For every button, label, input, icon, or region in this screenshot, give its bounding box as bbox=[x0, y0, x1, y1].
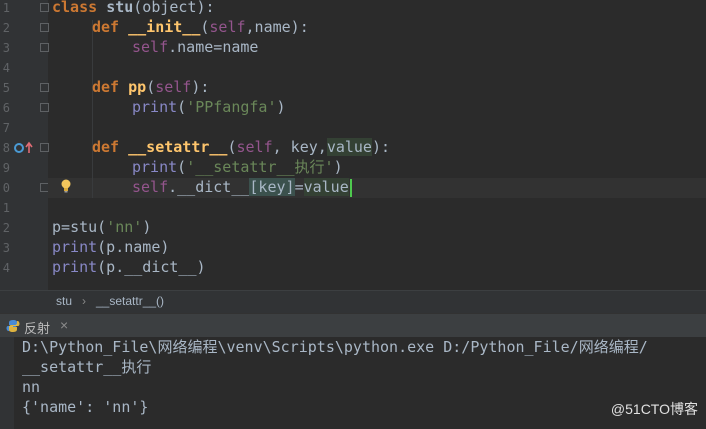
watermark: @51CTO博客 bbox=[610, 401, 698, 417]
fold-end-icon[interactable] bbox=[40, 103, 49, 112]
console-line: __setattr__执行 bbox=[22, 358, 152, 376]
breadcrumb-item-method[interactable]: __setattr__() bbox=[96, 294, 164, 308]
code-line: def pp(self): bbox=[92, 77, 209, 97]
code-line: self.name=name bbox=[132, 37, 258, 57]
fold-toggle-icon[interactable] bbox=[40, 83, 49, 92]
code-token: = bbox=[61, 218, 71, 236]
code-token: .name bbox=[168, 38, 214, 56]
keyword-token: def bbox=[92, 18, 120, 36]
line-number: 4 bbox=[2, 261, 10, 275]
console-gutter bbox=[0, 337, 14, 429]
code-token: p bbox=[52, 218, 62, 236]
code-token: [key] bbox=[249, 178, 295, 196]
function-name-token: __setattr__ bbox=[128, 138, 228, 156]
code-token: ) bbox=[142, 218, 152, 236]
code-token: ): bbox=[191, 78, 210, 96]
code-token: (p.__dict__) bbox=[97, 258, 206, 276]
class-name-token: stu bbox=[106, 0, 134, 16]
line-number: 9 bbox=[2, 161, 10, 175]
function-name-token: __init__ bbox=[128, 18, 201, 36]
code-token: ): bbox=[371, 138, 391, 156]
line-number: 3 bbox=[2, 241, 10, 255]
builtin-token: print bbox=[52, 258, 98, 276]
fold-toggle-icon[interactable] bbox=[40, 23, 49, 32]
code-line: self.__dict__[key]=value bbox=[132, 177, 352, 197]
function-name-token: pp bbox=[128, 78, 147, 96]
line-number: 8 bbox=[2, 141, 10, 155]
override-method-icon[interactable] bbox=[14, 141, 36, 155]
self-token: self bbox=[209, 18, 246, 36]
lightbulb-icon[interactable] bbox=[60, 179, 72, 193]
self-token: self bbox=[132, 178, 169, 196]
code-line: def __init__(self,name): bbox=[92, 17, 309, 37]
code-line: print(p.__dict__) bbox=[52, 257, 206, 277]
string-token: '__setattr__执行' bbox=[186, 158, 334, 176]
code-token: .__dict__ bbox=[168, 178, 250, 196]
close-icon[interactable]: × bbox=[60, 317, 68, 333]
code-line: print('PPfangfa') bbox=[132, 98, 286, 116]
fold-toggle-icon[interactable] bbox=[40, 143, 49, 152]
code-token: stu( bbox=[70, 218, 107, 236]
line-number: 5 bbox=[2, 81, 10, 95]
line-number: 7 bbox=[2, 121, 10, 135]
self-token: self bbox=[155, 78, 192, 96]
keyword-token: def bbox=[92, 138, 120, 156]
self-token: self bbox=[132, 38, 169, 56]
line-number: 4 bbox=[2, 61, 10, 75]
code-token: ( bbox=[146, 78, 156, 96]
string-token: 'nn' bbox=[106, 218, 143, 236]
line-number: 2 bbox=[2, 21, 10, 35]
indent-guide bbox=[92, 20, 93, 198]
text-caret bbox=[349, 178, 352, 197]
builtin-token: print bbox=[132, 158, 178, 176]
breadcrumb: stu › __setattr__() bbox=[0, 290, 706, 313]
code-token: value bbox=[326, 138, 372, 156]
line-number: 3 bbox=[2, 41, 10, 55]
python-icon bbox=[6, 320, 20, 332]
fold-toggle-icon[interactable] bbox=[40, 3, 49, 12]
code-token: ,name): bbox=[245, 18, 309, 36]
code-token: ( bbox=[227, 138, 237, 156]
line-number: 6 bbox=[2, 101, 10, 115]
keyword-token: def bbox=[92, 78, 120, 96]
string-token: 'PPfangfa' bbox=[186, 98, 277, 116]
builtin-token: print bbox=[52, 238, 98, 256]
code-line: def __setattr__(self, key,value): bbox=[92, 137, 390, 157]
code-token: ) bbox=[333, 158, 343, 176]
code-line: class stu(object): bbox=[52, 0, 215, 17]
code-token: (object): bbox=[133, 0, 215, 16]
self-token: self bbox=[236, 138, 273, 156]
code-line: p=stu('nn') bbox=[52, 217, 151, 237]
builtin-token: print bbox=[132, 98, 178, 116]
code-token: name bbox=[222, 38, 259, 56]
code-token: = bbox=[294, 178, 304, 196]
code-token: (p.name) bbox=[97, 238, 170, 256]
fold-end-icon[interactable] bbox=[40, 43, 49, 52]
code-token: ) bbox=[276, 98, 286, 116]
code-editor[interactable]: 1 2 3 4 5 6 7 8 9 0 1 2 3 4 class stu(ob… bbox=[0, 0, 706, 290]
run-tab-label[interactable]: 反射 bbox=[24, 318, 50, 337]
line-number: 0 bbox=[2, 181, 10, 195]
console-output[interactable]: D:\Python_File\网络编程\venv\Scripts\python.… bbox=[0, 337, 706, 429]
breadcrumb-item-class[interactable]: stu bbox=[56, 294, 72, 308]
editor-gutter[interactable]: 1 2 3 4 5 6 7 8 9 0 1 2 3 4 bbox=[0, 0, 49, 290]
line-number: 1 bbox=[2, 201, 10, 215]
run-tool-window-header: 反射 × bbox=[0, 313, 706, 338]
code-token: value bbox=[303, 178, 349, 196]
console-line: {'name': 'nn'} bbox=[22, 398, 149, 416]
console-line: D:\Python_File\网络编程\venv\Scripts\python.… bbox=[22, 338, 648, 356]
code-line: print('__setattr__执行') bbox=[132, 158, 343, 176]
line-number: 1 bbox=[2, 1, 10, 15]
console-line: nn bbox=[22, 378, 41, 396]
line-number: 2 bbox=[2, 221, 10, 235]
breadcrumb-separator: › bbox=[82, 294, 86, 308]
code-line: print(p.name) bbox=[52, 237, 169, 257]
keyword-token: class bbox=[52, 0, 98, 16]
code-token: , key, bbox=[272, 138, 327, 156]
code-token: = bbox=[213, 38, 223, 56]
